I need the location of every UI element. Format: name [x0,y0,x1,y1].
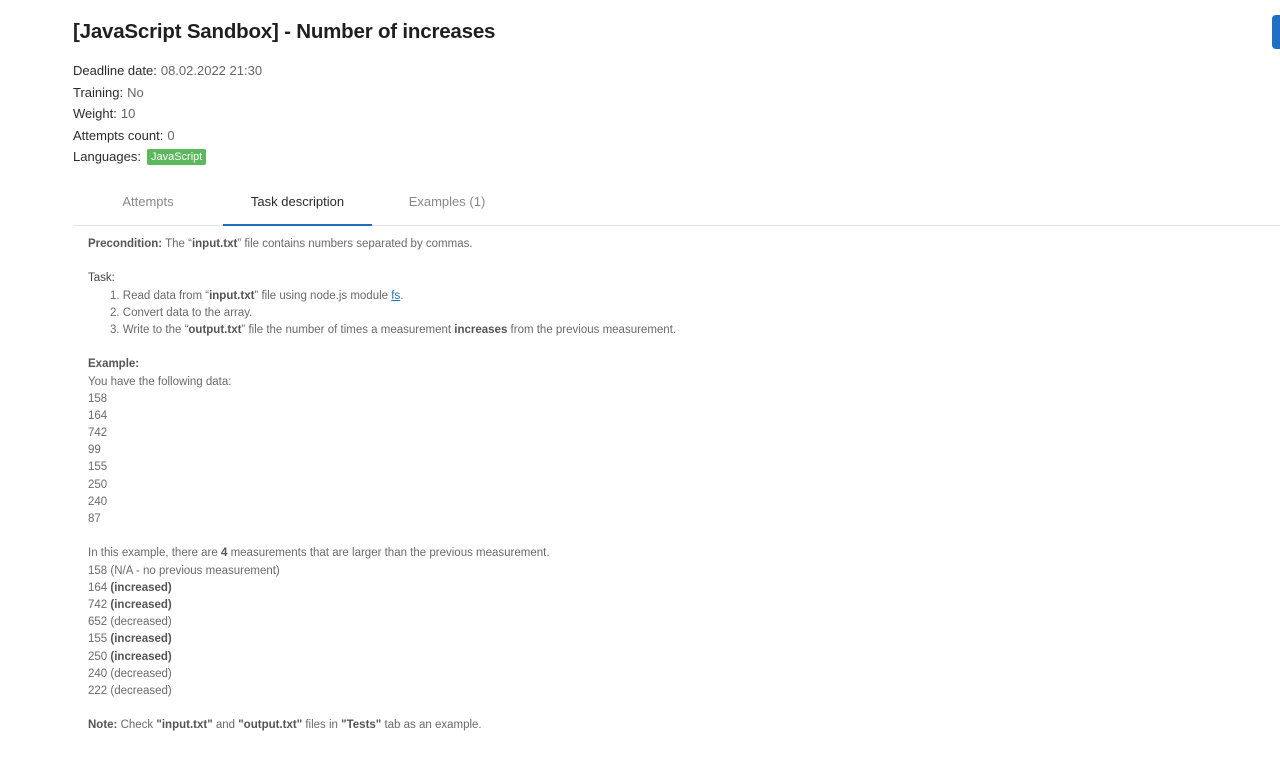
explanation-text-end: measurements that are larger than the pr… [227,547,550,560]
precondition-text-end: ” file contains numbers separated by com… [237,238,473,250]
measurement-value: 164 [88,581,108,594]
training-value: No [127,84,144,100]
attempts-count-row: Attempts count: 0 [73,127,262,149]
note-line: Note: Check "input.txt" and "output.txt"… [88,717,676,734]
languages-label: Languages: [73,149,141,164]
step-1-file: input.txt [209,289,255,302]
note-input-file: "input.txt" [156,719,213,732]
measurement-value: 222 [88,684,108,697]
step-1-text-mid: ” file using node.js module [254,289,392,302]
note-text-mid: files in [302,719,342,732]
measurement-line: 240 (decreased) [88,666,676,683]
measurement-value: 742 [88,598,108,611]
example-intro: You have the following data: [88,375,232,388]
page-title: [JavaScript Sandbox] - Number of increas… [73,20,496,43]
measurement-note: (decreased) [110,616,172,629]
edge-action-button[interactable] [1272,15,1280,49]
measurement-line: 158 (N/A - no previous measurement) [88,563,676,580]
step-3-text-mid: ” file the number of times a measurement [241,323,455,336]
step-3-file: output.txt [188,323,242,336]
deadline-row: Deadline date: 08.02.2022 21:30 [73,62,262,84]
measurement-note: (increased) [110,581,172,594]
task-description-content: Precondition: The “input.txt” file conta… [88,236,676,734]
training-label: Training: [73,84,124,100]
explanation-line: In this example, there are 4 measurement… [88,545,676,562]
measurement-note: (increased) [110,650,172,663]
measurement-note: (decreased) [110,684,172,697]
measurement-note: (increased) [110,598,172,611]
measurement-note: (N/A - no previous measurement) [110,564,280,577]
example-label: Example: [88,358,140,371]
measurement-note: (decreased) [110,667,172,680]
measurement-line: 155 (increased) [88,631,676,648]
data-value: 164 [88,409,108,422]
measurement-line: 222 (decreased) [88,683,676,700]
task-step-3: 3. Write to the “output.txt” file the nu… [88,322,676,339]
precondition-text: The “ [162,238,192,250]
attempts-count-label: Attempts count: [73,127,164,143]
data-value: 240 [88,495,108,508]
measurement-line: 164 (increased) [88,580,676,597]
task-label: Task: [88,272,115,285]
measurement-value: 158 [88,564,108,577]
weight-label: Weight: [73,106,117,121]
note-text-and: and [212,719,239,732]
measurement-value: 652 [88,616,108,629]
data-value: 250 [88,478,108,491]
precondition-file: input.txt [191,238,238,250]
data-value: 742 [88,427,108,440]
tab-attempts[interactable]: Attempts [73,186,223,226]
attempts-count-value: 0 [167,127,175,143]
explanation-text: In this example, there are [88,547,221,560]
deadline-label: Deadline date: [73,63,157,78]
task-step-1: 1. Read data from “input.txt” file using… [88,288,676,305]
tab-examples[interactable]: Examples (1) [372,186,522,226]
deadline-value: 08.02.2022 21:30 [160,63,263,78]
note-output-file: "output.txt" [238,719,303,732]
measurement-value: 240 [88,667,108,680]
step-3-text-end: from the previous measurement. [507,323,677,336]
note-tests-tab: "Tests" [341,719,382,732]
step-3-bold: increases [454,323,508,336]
task-step-2: 2. Convert data to the array. [110,306,253,319]
weight-row: Weight: 10 [73,105,262,127]
tab-task-description[interactable]: Task description [223,186,372,226]
measurement-line: 652 (decreased) [88,614,676,631]
data-value: 155 [88,461,108,474]
measurement-line: 742 (increased) [88,597,676,614]
measurement-value: 155 [88,633,108,646]
data-value: 158 [88,392,108,405]
measurement-value: 250 [88,650,108,663]
data-value: 87 [88,513,101,525]
note-text: Check [117,719,157,732]
step-1-text-end: . [400,289,404,302]
step-1-text: 1. Read data from “ [110,289,210,302]
note-text-end: tab as an example. [381,719,482,732]
training-row: Training: No [73,84,262,106]
weight-value: 10 [120,106,136,121]
precondition-line: Precondition: The “input.txt” file conta… [88,236,676,253]
measurement-line: 250 (increased) [88,649,676,666]
note-label: Note: [88,719,118,732]
precondition-label: Precondition: [88,238,163,250]
step-3-text: 3. Write to the “ [110,323,189,336]
measurement-note: (increased) [110,633,172,646]
tab-bar: Attempts Task description Examples (1) [73,186,1280,226]
language-badge: JavaScript [146,149,207,165]
data-value: 99 [88,444,101,457]
languages-row: Languages: JavaScript [73,148,262,170]
fs-module-link[interactable]: fs [391,290,400,302]
task-meta: Deadline date: 08.02.2022 21:30 Training:… [73,62,262,170]
